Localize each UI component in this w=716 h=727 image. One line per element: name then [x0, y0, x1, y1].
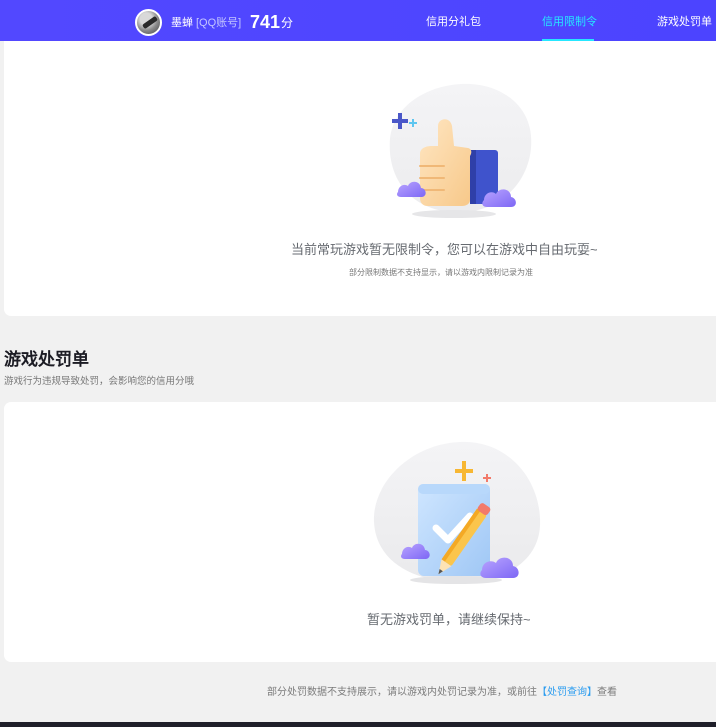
- thumbs-up-icon: [389, 83, 532, 218]
- checklist-pencil-icon: [373, 441, 541, 584]
- avatar[interactable]: [135, 9, 162, 36]
- tab-credit-gift[interactable]: 信用分礼包: [426, 16, 481, 29]
- penalty-empty-message: 暂无游戏罚单，请继续保持~: [367, 612, 531, 627]
- restriction-data-note: 部分限制数据不支持显示，请以游戏内限制记录为准: [349, 268, 533, 277]
- tab-credit-restriction[interactable]: 信用限制令: [542, 16, 597, 29]
- footer-note-prefix: 部分处罚数据不支持展示，请以游戏内处罚记录为准，或前往: [267, 687, 537, 698]
- penalty-section-subtitle: 游戏行为违规导致处罚，会影响您的信用分哦: [4, 376, 195, 387]
- tab-game-penalty[interactable]: 游戏处罚单: [657, 16, 712, 29]
- account-type-label: [QQ账号]: [196, 17, 242, 29]
- credit-score-unit: 分: [281, 16, 294, 30]
- penalty-query-link[interactable]: 【处罚查询】: [537, 687, 597, 698]
- penalty-section-title: 游戏处罚单: [4, 350, 89, 369]
- penalty-footer-note: 部分处罚数据不支持展示，请以游戏内处罚记录为准，或前往【处罚查询】查看: [267, 686, 617, 699]
- restriction-empty-message: 当前常玩游戏暂无限制令，您可以在游戏中自由玩耍~: [291, 242, 598, 257]
- top-navigation-bar: 墨蝉 [QQ账号] 741 分 信用分礼包 信用限制令 游戏处罚单: [0, 0, 716, 41]
- user-name: 墨蝉: [171, 17, 193, 29]
- bottom-strip: [0, 722, 716, 727]
- credit-score-value: 741: [250, 12, 281, 32]
- penalty-card: [4, 402, 716, 662]
- footer-note-suffix: 查看: [597, 687, 617, 698]
